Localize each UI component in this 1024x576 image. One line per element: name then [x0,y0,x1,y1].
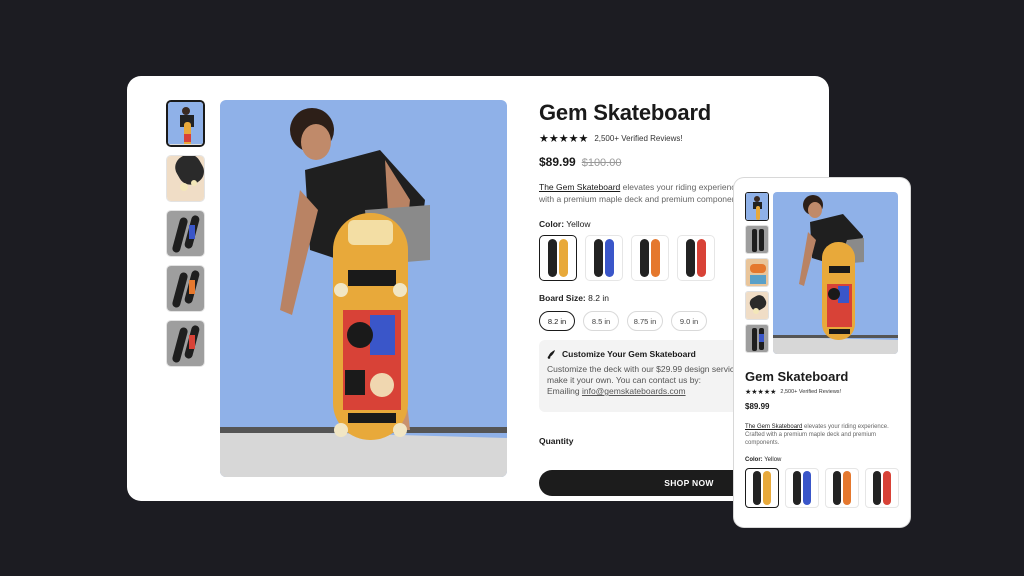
thumbnail-4[interactable] [166,265,205,312]
deck-color-icon [843,471,851,505]
original-price: $100.00 [581,157,622,169]
deck-color-icon [697,239,706,277]
mobile-color-value: Yellow [764,457,782,463]
size-option-8-75[interactable]: 8.75 in [627,311,663,331]
mobile-product-info: Gem Skateboard ★★★★★ 2,500+ Verified Rev… [745,369,905,508]
deck-side-icon [833,471,841,505]
mobile-color-swatches [745,468,905,508]
mobile-thumbnail-2[interactable] [745,225,769,254]
mobile-thumbnail-3[interactable] [745,258,769,287]
mobile-product-card: Gem Skateboard ★★★★★ 2,500+ Verified Rev… [734,178,910,527]
color-swatch-blue[interactable] [585,235,623,281]
brush-icon [547,349,557,359]
deck-side-icon [686,239,695,277]
color-swatch-red[interactable] [677,235,715,281]
board-size-value: 8.2 in [588,293,609,303]
deck-side-icon [640,239,649,277]
customize-title: Customize Your Gem Skateboard [562,349,696,359]
customize-line-3: Emailing [547,386,582,396]
price-row: $89.99 $100.00 [539,155,829,169]
mobile-price: $89.99 [745,402,770,411]
thumbnail-3[interactable] [166,210,205,257]
mobile-brand-link[interactable]: The Gem Skateboard [745,424,802,430]
mobile-thumbnail-5[interactable] [745,324,769,353]
deck-side-icon [873,471,881,505]
mobile-product-title: Gem Skateboard [745,369,849,384]
mobile-thumbnail-1[interactable] [745,192,769,221]
quantity-label: Quantity [539,436,574,446]
mobile-review-count[interactable]: 2,500+ Verified Reviews! [780,389,841,395]
product-hero-image [220,100,507,477]
rating-row: ★★★★★ 2,500+ Verified Reviews! [539,132,829,145]
deck-side-icon [753,471,761,505]
mobile-thumbnail-list [745,192,769,357]
mobile-description: The Gem Skateboard elevates your riding … [745,423,905,447]
color-value: Yellow [566,219,591,229]
mobile-hero-image [773,192,898,354]
deck-color-icon [559,239,568,277]
brand-link[interactable]: The Gem Skateboard [539,182,620,192]
mobile-rating-row: ★★★★★ 2,500+ Verified Reviews! [745,388,905,396]
mobile-color-swatch-red[interactable] [865,468,899,508]
review-count[interactable]: 2,500+ Verified Reviews! [594,134,682,143]
email-link[interactable]: info@gemskateboards.com [582,386,686,396]
deck-side-icon [548,239,557,277]
deck-side-icon [594,239,603,277]
thumbnail-list [166,100,205,375]
deck-color-icon [605,239,614,277]
deck-color-icon [651,239,660,277]
mobile-thumbnail-4[interactable] [745,291,769,320]
deck-side-icon [793,471,801,505]
customize-line-1: Customize the deck with our $29.99 desig… [547,364,749,374]
deck-color-icon [883,471,891,505]
size-option-8-2[interactable]: 8.2 in [539,311,575,331]
description-text-2: with a premium maple deck and premium co… [539,194,746,204]
size-option-8-5[interactable]: 8.5 in [583,311,619,331]
desktop-product-card: Gem Skateboard ★★★★★ 2,500+ Verified Rev… [127,76,829,501]
deck-color-icon [803,471,811,505]
deck-color-icon [763,471,771,505]
thumbnail-5[interactable] [166,320,205,367]
current-price: $89.99 [539,155,576,169]
mobile-color-swatch-yellow[interactable] [745,468,779,508]
star-rating-icon: ★★★★★ [539,133,589,145]
color-swatch-yellow[interactable] [539,235,577,281]
customize-line-2: make it your own. You can contact us by: [547,375,702,385]
color-swatch-orange[interactable] [631,235,669,281]
mobile-color-label-row: Color: Yellow [745,457,905,463]
thumbnail-1[interactable] [166,100,205,147]
board-size-label: Board Size: [539,293,586,303]
color-label: Color: [539,219,565,229]
mobile-color-swatch-blue[interactable] [785,468,819,508]
product-title: Gem Skateboard [539,100,712,125]
thumbnail-2[interactable] [166,155,205,202]
mobile-color-swatch-orange[interactable] [825,468,859,508]
mobile-star-rating-icon: ★★★★★ [745,389,777,396]
size-option-9-0[interactable]: 9.0 in [671,311,707,331]
mobile-color-label: Color: [745,457,763,463]
